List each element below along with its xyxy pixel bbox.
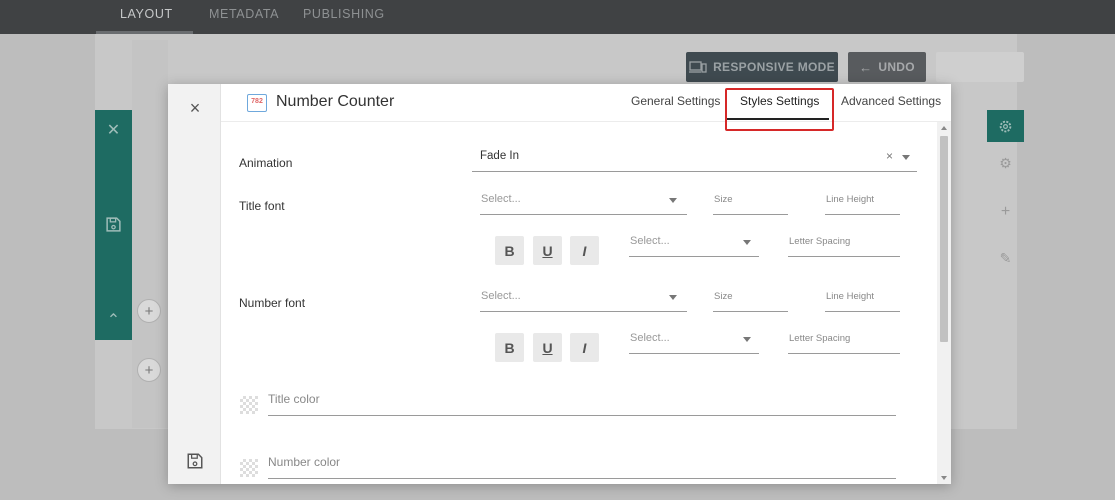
field-underline <box>629 256 759 257</box>
number-underline-button[interactable]: U <box>533 333 562 362</box>
tab-metadata[interactable]: METADATA <box>209 7 279 21</box>
save-icon[interactable] <box>186 452 204 470</box>
line-height-placeholder: Line Height <box>826 291 875 302</box>
number-letter-spacing-input[interactable]: Letter Spacing <box>788 324 900 354</box>
field-underline <box>825 214 900 215</box>
right-tool-rail: ⚙ + ✎ <box>987 110 1024 290</box>
tab-advanced-settings[interactable]: Advanced Settings <box>841 94 941 108</box>
add-element-button[interactable]: + <box>137 299 161 323</box>
responsive-mode-label: RESPONSIVE MODE <box>713 60 835 74</box>
field-underline <box>268 478 896 479</box>
number-line-height-input[interactable]: Line Height <box>825 282 900 312</box>
title-color-placeholder: Title color <box>268 392 320 406</box>
field-underline <box>825 311 900 312</box>
number-italic-button[interactable]: I <box>570 333 599 362</box>
scroll-up-arrow-icon[interactable] <box>941 126 947 130</box>
settings-button[interactable] <box>987 110 1024 142</box>
title-italic-button[interactable]: I <box>570 236 599 265</box>
modal-side-panel: × <box>168 84 221 484</box>
title-font-size-input[interactable]: Size <box>713 185 788 215</box>
number-color-input[interactable]: Number color <box>268 447 896 479</box>
modal-title: Number Counter <box>276 93 395 110</box>
scrollbar-thumb[interactable] <box>940 136 948 342</box>
line-height-placeholder: Line Height <box>826 194 875 205</box>
letter-spacing-placeholder: Letter Spacing <box>789 333 851 344</box>
chevron-down-icon <box>743 240 751 245</box>
number-bold-button[interactable]: B <box>495 333 524 362</box>
number-font-weight-select[interactable]: Select... <box>629 324 759 354</box>
animation-value: Fade In <box>480 150 519 162</box>
title-line-height-input[interactable]: Line Height <box>825 185 900 215</box>
tab-layout[interactable]: LAYOUT <box>120 7 173 21</box>
select-placeholder: Select... <box>630 235 670 247</box>
size-placeholder: Size <box>714 194 733 205</box>
field-underline <box>268 415 896 416</box>
styles-settings-form: Animation Fade In × Title font Select...… <box>221 122 937 484</box>
field-underline <box>472 171 917 172</box>
gear-icon[interactable]: ⚙ <box>987 155 1024 172</box>
plus-icon[interactable]: + <box>987 203 1024 221</box>
chevron-down-icon <box>743 337 751 342</box>
close-icon[interactable]: × <box>186 99 204 117</box>
field-underline <box>480 214 687 215</box>
plus-icon: + <box>144 361 154 379</box>
animation-label: Animation <box>239 156 293 170</box>
edit-note-icon[interactable]: ✎ <box>987 250 1024 267</box>
letter-spacing-placeholder: Letter Spacing <box>789 236 851 247</box>
responsive-mode-button[interactable]: RESPONSIVE MODE <box>686 52 838 82</box>
title-color-swatch[interactable] <box>240 396 258 414</box>
title-letter-spacing-input[interactable]: Letter Spacing <box>788 227 900 257</box>
title-font-label: Title font <box>239 199 285 213</box>
chevron-down-icon <box>669 198 677 203</box>
scroll-down-arrow-icon[interactable] <box>941 476 947 480</box>
title-underline-button[interactable]: U <box>533 236 562 265</box>
select-placeholder: Select... <box>481 290 521 302</box>
select-placeholder: Select... <box>481 193 521 205</box>
chevron-down-icon <box>669 295 677 300</box>
field-underline <box>713 214 788 215</box>
number-font-size-input[interactable]: Size <box>713 282 788 312</box>
select-placeholder: Select... <box>630 332 670 344</box>
field-underline <box>713 311 788 312</box>
add-element-button[interactable]: + <box>137 358 161 382</box>
number-counter-settings-modal: × 782 Number Counter General Settings St… <box>168 84 951 484</box>
top-navigation: LAYOUT METADATA PUBLISHING <box>0 0 1115 34</box>
chevron-down-icon <box>902 155 910 160</box>
title-color-input[interactable]: Title color <box>268 384 896 416</box>
animation-select[interactable]: Fade In × <box>472 142 917 172</box>
clear-icon[interactable]: × <box>886 149 893 163</box>
chevron-up-icon[interactable]: ⌃ <box>95 310 132 330</box>
undo-button[interactable]: ← UNDO <box>848 52 926 82</box>
number-font-label: Number font <box>239 296 306 310</box>
modal-scrollbar[interactable] <box>937 122 951 484</box>
plus-icon: + <box>144 302 154 320</box>
number-color-swatch[interactable] <box>240 459 258 477</box>
left-tool-rail: ✕ ⌃ <box>95 110 132 340</box>
number-counter-icon: 782 <box>247 94 267 112</box>
field-underline <box>629 353 759 354</box>
undo-label: UNDO <box>878 60 915 74</box>
field-underline <box>788 353 900 354</box>
title-font-weight-select[interactable]: Select... <box>629 227 759 257</box>
size-placeholder: Size <box>714 291 733 302</box>
tab-general-settings[interactable]: General Settings <box>631 94 720 108</box>
number-color-placeholder: Number color <box>268 455 341 469</box>
tab-publishing[interactable]: PUBLISHING <box>303 7 385 21</box>
devices-icon <box>689 61 707 73</box>
number-font-family-select[interactable]: Select... <box>480 282 687 312</box>
modal-header: 782 Number Counter General Settings Styl… <box>221 84 951 131</box>
field-underline <box>788 256 900 257</box>
save-icon[interactable] <box>105 216 122 233</box>
gear-icon <box>999 120 1012 132</box>
title-bold-button[interactable]: B <box>495 236 524 265</box>
disabled-toolbar-button <box>936 52 1024 82</box>
close-icon[interactable]: ✕ <box>95 120 132 140</box>
title-font-family-select[interactable]: Select... <box>480 185 687 215</box>
field-underline <box>480 311 687 312</box>
arrow-left-icon: ← <box>859 59 873 75</box>
